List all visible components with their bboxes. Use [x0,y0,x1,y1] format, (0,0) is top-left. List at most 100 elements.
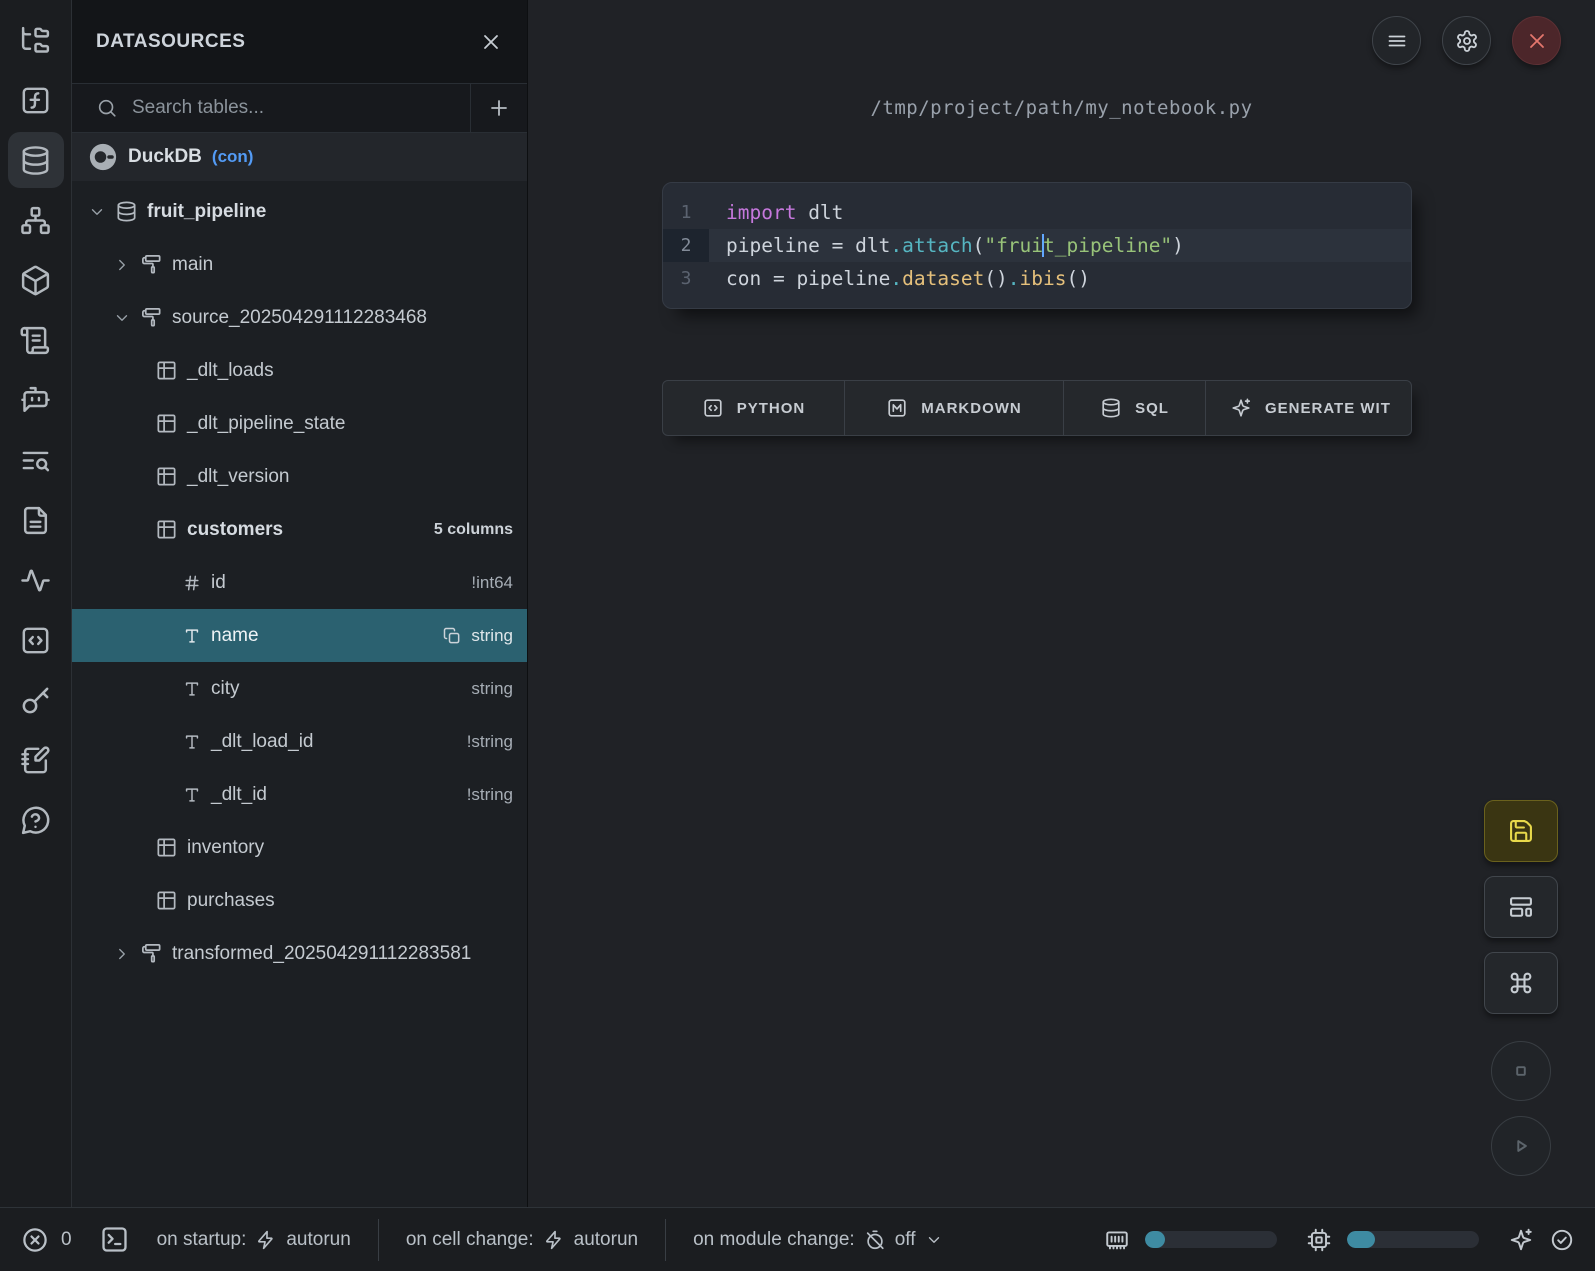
help-bubble-icon [19,804,52,837]
tree-row-_dlt_id[interactable]: _dlt_id!string [72,768,527,821]
sidebar-tracing-button[interactable] [8,552,64,608]
copy-icon[interactable] [442,626,462,646]
code-line-2[interactable]: 2pipeline = dlt.attach("fruit_pipeline") [663,229,1411,262]
zap-icon [255,1229,277,1251]
folder-tree-icon [19,24,52,57]
code-cell-editor[interactable]: 1import dlt2pipeline = dlt.attach("fruit… [662,182,1412,309]
save-icon [1507,817,1535,845]
panel-title: DATASOURCES [96,31,245,53]
sidebar-file-explorer-button[interactable] [8,12,64,68]
setting-value: off [895,1229,916,1251]
add-datasource-button[interactable] [470,84,527,132]
tree-row-fruit_pipeline[interactable]: fruit_pipeline [72,185,527,238]
window-actions [1372,16,1561,65]
sidebar-scratchpad-button[interactable] [8,612,64,668]
terminal-button[interactable] [99,1224,130,1255]
type-t-icon [182,785,202,805]
scroll-text-icon [19,324,52,357]
sidebar-help-button[interactable] [8,792,64,848]
column-type: string [471,679,513,699]
ai-assistant-button[interactable] [1508,1227,1534,1253]
zap-icon [543,1229,565,1251]
tree-row-_dlt_load_id[interactable]: _dlt_load_id!string [72,715,527,768]
type-t-icon [182,626,202,646]
on-module-change-setting[interactable]: on module change: off [693,1229,942,1251]
sidebar-snippets-button[interactable] [8,312,64,368]
terminal-icon [99,1224,130,1255]
save-notebook-button[interactable] [1484,800,1558,862]
menu-button[interactable] [1372,16,1421,65]
sidebar-functions-button[interactable] [8,72,64,128]
command-palette-button[interactable] [1484,952,1558,1014]
database-icon [115,200,138,223]
setting-label: on module change: [693,1229,855,1251]
layout-toggle-button[interactable] [1484,876,1558,938]
separator [378,1219,379,1261]
close-button[interactable] [1512,16,1561,65]
tree-label: _dlt_id [211,784,267,806]
tree-row-name[interactable]: namestring [72,609,527,662]
setting-label: on startup: [157,1229,247,1251]
error-counter[interactable]: 0 [20,1225,72,1255]
tree-row-city[interactable]: citystring [72,662,527,715]
search-box [72,84,470,132]
add-python-cell-button[interactable]: PYTHON [663,381,845,435]
datasources-panel: DATASOURCES DuckDB (con) fruit_p [72,0,528,1207]
run-all-button[interactable] [1491,1116,1551,1176]
list-search-icon [19,444,52,477]
tree-row-purchases[interactable]: purchases [72,874,527,927]
search-tables-input[interactable] [132,97,470,119]
chevron-down-icon [113,309,131,327]
tree-row-inventory[interactable]: inventory [72,821,527,874]
network-icon [19,204,52,237]
stop-kernel-button[interactable] [1491,1041,1551,1101]
chevron-right-icon [113,256,131,274]
code-line-3[interactable]: 3con = pipeline.dataset().ibis() [663,262,1411,295]
tree-row-_dlt_pipeline_state[interactable]: _dlt_pipeline_state [72,397,527,450]
tree-row-_dlt_loads[interactable]: _dlt_loads [72,344,527,397]
tree-label: transformed_202504291112283581 [172,943,471,965]
tree-row-_dlt_version[interactable]: _dlt_version [72,450,527,503]
sidebar-dependencies-button[interactable] [8,192,64,248]
add-markdown-cell-button[interactable]: MARKDOWN [845,381,1064,435]
sidebar-ai-chat-button[interactable] [8,372,64,428]
run-config-groups: on startup:autorun on cell change:autorun… [157,1219,943,1261]
sidebar-packages-button[interactable] [8,252,64,308]
tree-label: customers [187,519,283,541]
generate-with-ai-button[interactable]: GENERATE WIT [1206,381,1412,435]
sidebar-secrets-button[interactable] [8,672,64,728]
tree-row-source_202504291112283468[interactable]: source_202504291112283468 [72,291,527,344]
tree-row-transformed_202504291112283581[interactable]: transformed_202504291112283581 [72,927,527,980]
notebook-path: /tmp/project/path/my_notebook.py [528,97,1595,119]
on-cell-change-setting[interactable]: on cell change:autorun [406,1229,638,1251]
settings-button[interactable] [1442,16,1491,65]
connection-row[interactable]: DuckDB (con) [72,133,527,181]
errors-icon [20,1225,50,1255]
tree-label: _dlt_pipeline_state [187,413,345,435]
table-icon [155,836,178,859]
separator [665,1219,666,1261]
on-startup-setting[interactable]: on startup:autorun [157,1229,351,1251]
bot-icon [19,384,52,417]
sidebar-outline-button[interactable] [8,732,64,788]
sparkles-icon [1230,397,1252,419]
sidebar-logs-button[interactable] [8,432,64,488]
close-panel-icon[interactable] [479,30,503,54]
column-type: !string [467,732,513,752]
code-square-icon [19,624,52,657]
kernel-health-button[interactable] [1549,1227,1575,1253]
tree-row-customers[interactable]: customers5 columns [72,503,527,556]
column-type: string [471,626,513,646]
add-sql-cell-button[interactable]: SQL [1064,381,1206,435]
tree-label: purchases [187,890,275,912]
sidebar-datasources-button[interactable] [8,132,64,188]
tree-row-id[interactable]: id!int64 [72,556,527,609]
gear-icon [1455,29,1479,53]
box-icon [19,264,52,297]
chevron-down-icon [88,203,106,221]
column-type: !int64 [471,573,513,593]
code-line-1[interactable]: 1import dlt [663,196,1411,229]
search-row [72,84,527,133]
sidebar-documentation-button[interactable] [8,492,64,548]
tree-row-main[interactable]: main [72,238,527,291]
